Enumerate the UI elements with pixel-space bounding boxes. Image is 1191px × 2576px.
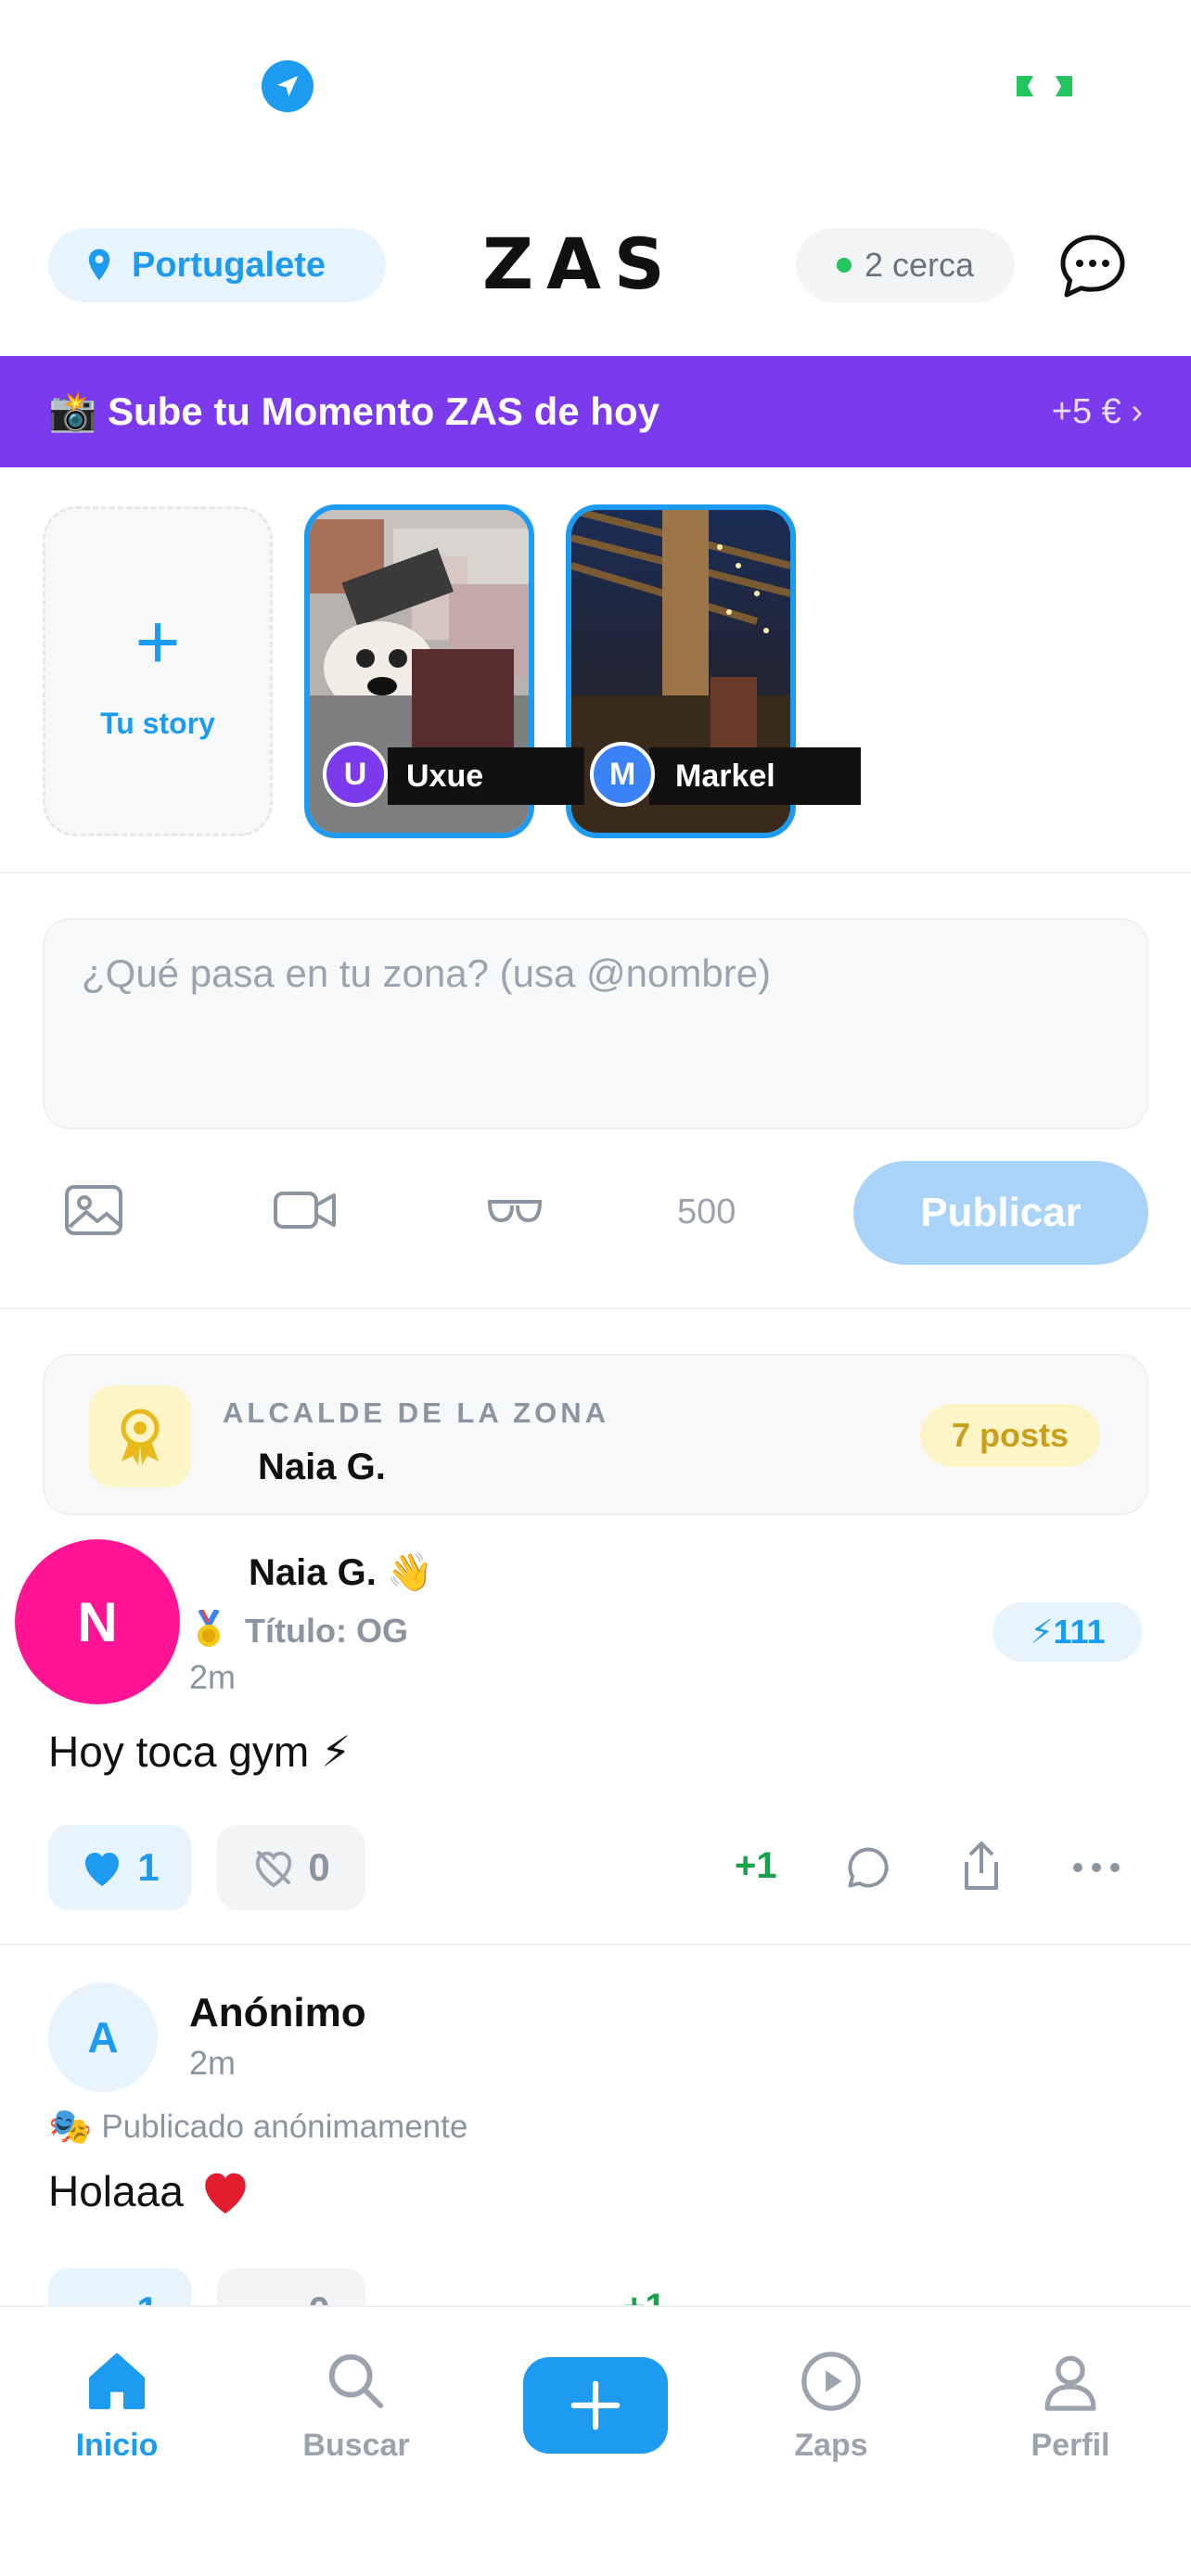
mayor-label: ALCALDE DE LA ZONA: [223, 1396, 609, 1429]
bottom-tab-bar: Inicio Buscar Zaps Perfil: [0, 2305, 1191, 2576]
plus-one-label[interactable]: +1: [735, 1845, 777, 1887]
nearby-count: 2 cerca: [864, 246, 975, 284]
image-icon[interactable]: [61, 1178, 126, 1243]
story-name-uxue: Uxue: [388, 747, 584, 805]
user-icon: [1033, 2344, 1108, 2418]
tab-label: Buscar: [302, 2428, 410, 2463]
post-author[interactable]: Naia G. 👋: [249, 1550, 433, 1594]
more-icon[interactable]: [1069, 1840, 1124, 1895]
tab-label: Zaps: [794, 2428, 868, 2463]
character-counter: 500: [677, 1192, 736, 1231]
share-icon[interactable]: [954, 1838, 1009, 1894]
post-text-content: Holaaa: [48, 2167, 184, 2215]
new-post-button[interactable]: [523, 2357, 668, 2454]
avatar[interactable]: N: [15, 1539, 180, 1704]
dislike-count: 0: [308, 1845, 330, 1889]
divider: [0, 872, 1191, 874]
theater-masks-icon: 🎭: [48, 2108, 93, 2147]
comment-icon[interactable]: [840, 1840, 896, 1895]
post-time: 2m: [189, 1658, 237, 1696]
post-user-title: Título: OG: [245, 1612, 408, 1650]
heart-icon: [85, 1853, 120, 1886]
anonymous-note: 🎭 Publicado anónimamente: [48, 2107, 467, 2148]
messages-icon[interactable]: [1057, 232, 1128, 302]
publish-button[interactable]: Publicar: [853, 1161, 1148, 1265]
search-icon: [319, 2344, 393, 2418]
glasses-icon[interactable]: [482, 1178, 547, 1243]
banner-title: 📸 Sube tu Momento ZAS de hoy: [48, 389, 660, 433]
zone-mayor-card[interactable]: ALCALDE DE LA ZONA Naia G. 7 posts: [43, 1354, 1148, 1515]
add-story-button[interactable]: + Tu story: [43, 506, 273, 836]
award-icon: [89, 1385, 191, 1487]
tab-zaps[interactable]: Zaps: [738, 2344, 924, 2464]
mayor-name: Naia G.: [258, 1447, 386, 1487]
red-heart-icon: [205, 2173, 246, 2214]
add-story-label: Tu story: [100, 706, 215, 740]
story-name-markel: Markel: [649, 747, 861, 805]
play-icon: [794, 2344, 868, 2418]
tab-label: Perfil: [1031, 2428, 1110, 2463]
location-label: Portugalete: [132, 245, 327, 285]
anonymous-note-text: Publicado anónimamente: [101, 2109, 468, 2145]
like-count: 1: [137, 1845, 160, 1889]
post-composer-input[interactable]: ¿Qué pasa en tu zona? (usa @nombre): [43, 918, 1148, 1129]
tab-label: Inicio: [75, 2428, 159, 2463]
post-text: Holaaa: [48, 2166, 252, 2216]
story-avatar: U: [323, 742, 388, 807]
daily-moment-banner[interactable]: 📸 Sube tu Momento ZAS de hoy +5 € ›: [0, 356, 1191, 467]
tab-buscar[interactable]: Buscar: [263, 2344, 449, 2464]
post-time: 2m: [189, 2044, 237, 2082]
app-logo: ZAS: [482, 223, 678, 305]
tab-inicio[interactable]: Inicio: [24, 2344, 210, 2464]
post-text: Hoy toca gym ⚡: [48, 1728, 352, 1776]
banner-reward: +5 € ›: [1051, 391, 1143, 431]
dislike-button[interactable]: 0: [217, 1825, 365, 1910]
map-pin-icon: [88, 249, 110, 281]
divider: [0, 1944, 1191, 1945]
plus-icon: +: [134, 597, 181, 685]
broken-heart-icon: [256, 1850, 292, 1888]
divider: [0, 1307, 1191, 1309]
post-author[interactable]: Anónimo: [189, 1990, 366, 2036]
like-button[interactable]: 1: [48, 1825, 191, 1910]
zap-count-badge[interactable]: ⚡111: [992, 1602, 1143, 1662]
video-icon[interactable]: [273, 1178, 338, 1243]
nearby-users-pill[interactable]: 2 cerca: [796, 228, 1015, 302]
battery-icon: [1017, 76, 1072, 96]
online-dot-icon: [836, 258, 852, 273]
avatar[interactable]: A: [48, 1983, 158, 2092]
story-avatar: M: [590, 742, 655, 807]
mayor-posts-badge: 7 posts: [919, 1404, 1100, 1467]
home-icon: [80, 2344, 154, 2418]
location-selector[interactable]: Portugalete: [48, 228, 386, 302]
tab-perfil[interactable]: Perfil: [978, 2344, 1163, 2464]
location-services-icon: [262, 60, 314, 112]
plus-icon: [570, 2380, 621, 2430]
medal-icon: [193, 1608, 224, 1655]
